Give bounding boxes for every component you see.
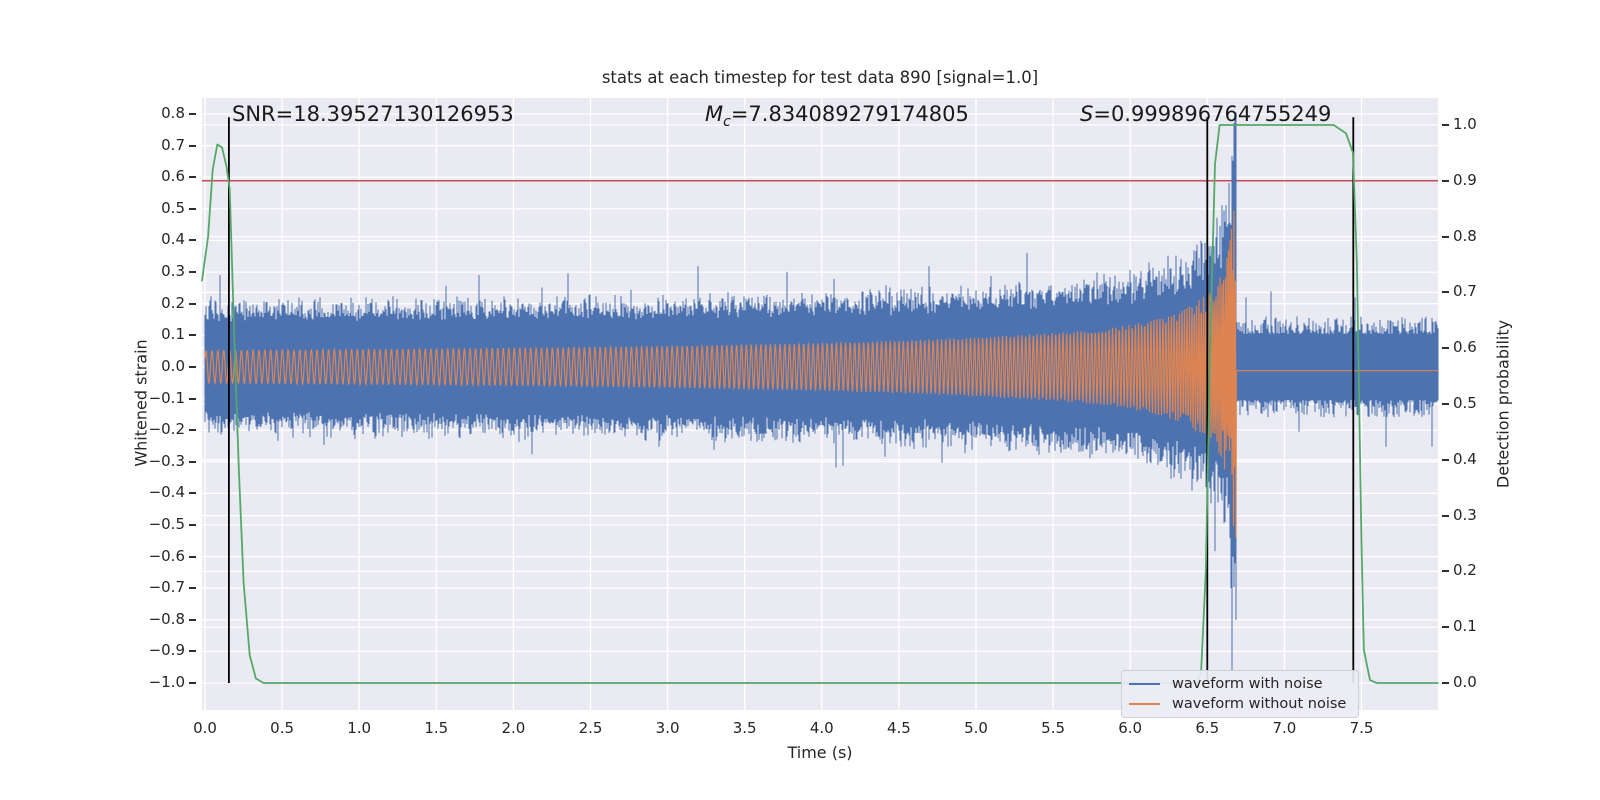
figure: stats at each timestep for test data 890… xyxy=(0,0,1600,800)
y-tick-label: 0.1 xyxy=(1453,617,1477,636)
tick-mark xyxy=(1442,682,1449,684)
x-tick-label: 0.5 xyxy=(270,719,295,737)
tick-mark xyxy=(1442,626,1449,629)
tick-mark xyxy=(1442,403,1449,405)
y-tick-label: 0.6 xyxy=(1453,338,1477,357)
chirp-mass-symbol: M xyxy=(705,102,724,126)
x-tick-label: 0.0 xyxy=(193,719,217,737)
tick-mark xyxy=(189,302,196,305)
legend: waveform with noise waveform without nois… xyxy=(1121,670,1359,718)
tick-mark xyxy=(189,682,196,684)
tick-mark xyxy=(189,523,196,526)
x-tick-label: 6.5 xyxy=(1195,719,1220,737)
tick-mark xyxy=(189,429,196,432)
y-tick-label: 0.2 xyxy=(161,293,185,312)
y-tick-label: 0.8 xyxy=(1453,226,1477,245)
y-tick-label: 0.1 xyxy=(161,325,185,344)
tick-mark xyxy=(189,239,196,242)
tick-mark xyxy=(189,144,196,147)
y-tick-label: −0.9 xyxy=(148,641,185,660)
y-tick-label: 0.5 xyxy=(1453,394,1477,412)
significance-value: =0.999896764755249 xyxy=(1093,102,1332,126)
tick-mark xyxy=(1442,347,1449,350)
y-tick-label: 0.7 xyxy=(161,135,185,154)
legend-color-line xyxy=(1129,703,1160,705)
y-tick-label: 0.7 xyxy=(1453,282,1477,301)
x-tick-label: 7.5 xyxy=(1349,719,1374,737)
y-tick-label: −0.1 xyxy=(148,388,185,407)
x-tick-label: 2.0 xyxy=(501,719,526,737)
y-tick-label: −0.6 xyxy=(148,546,185,565)
tick-mark xyxy=(1442,179,1449,182)
x-tick-label: 5.5 xyxy=(1041,719,1066,737)
y-tick-label: 0.3 xyxy=(161,262,185,281)
tick-mark xyxy=(189,176,196,179)
y-tick-label: −0.5 xyxy=(148,514,185,533)
y-tick-label: 0.0 xyxy=(1453,673,1477,691)
x-axis-label: Time (s) xyxy=(787,743,853,762)
right-y-axis-label: Detection probability xyxy=(1493,319,1513,489)
annotation-significance: S=0.999896764755249 xyxy=(1080,102,1331,126)
legend-color-line xyxy=(1129,683,1160,685)
chirp-mass-subscript: c xyxy=(723,114,731,131)
y-tick-label: 0.0 xyxy=(161,356,185,375)
y-tick-label: 0.5 xyxy=(161,198,185,217)
tick-mark xyxy=(189,618,196,621)
tick-mark xyxy=(1442,514,1449,517)
y-tick-label: −0.3 xyxy=(148,451,185,470)
x-tick-label: 1.0 xyxy=(347,719,372,737)
x-tick-label: 3.5 xyxy=(732,719,757,737)
y-tick-label: 1.0 xyxy=(1453,115,1477,133)
y-tick-label: 0.9 xyxy=(1453,170,1477,189)
y-tick-label: −0.4 xyxy=(148,483,185,502)
tick-mark xyxy=(189,334,196,337)
tick-mark xyxy=(189,587,196,590)
tick-mark xyxy=(1442,291,1449,294)
tick-mark xyxy=(189,365,196,368)
y-tick-label: 0.8 xyxy=(161,104,185,123)
y-tick-label: 0.4 xyxy=(161,230,185,249)
chart-title: stats at each timestep for test data 890… xyxy=(601,68,1039,87)
x-tick-label: 4.5 xyxy=(886,719,911,737)
tick-mark xyxy=(189,460,196,463)
y-tick-label: −1.0 xyxy=(148,673,185,691)
chirp-mass-value: =7.834089279174805 xyxy=(730,102,969,126)
y-tick-label: −0.2 xyxy=(148,420,185,439)
x-tick-label: 6.0 xyxy=(1118,719,1143,737)
x-tick-label: 5.0 xyxy=(964,719,988,737)
x-tick-label: 2.5 xyxy=(578,719,603,737)
x-tick-label: 7.0 xyxy=(1272,719,1297,737)
tick-mark xyxy=(189,397,196,400)
annotation-snr: SNR=18.39527130126953 xyxy=(232,102,514,126)
tick-mark xyxy=(1442,124,1449,126)
tick-mark xyxy=(189,492,196,495)
x-tick-label: 1.5 xyxy=(424,719,449,737)
tick-mark xyxy=(1442,235,1449,238)
significance-symbol: S xyxy=(1080,102,1094,126)
tick-mark xyxy=(189,207,196,210)
tick-mark xyxy=(1442,458,1449,461)
y-tick-label: −0.8 xyxy=(148,609,185,628)
tick-mark xyxy=(189,113,196,116)
tick-mark xyxy=(189,650,196,653)
legend-label: waveform without noise xyxy=(1172,696,1347,712)
y-tick-label: 0.2 xyxy=(1453,561,1477,580)
annotation-chirp-mass: Mc=7.834089279174805 xyxy=(705,102,969,129)
tick-mark xyxy=(1442,570,1449,573)
legend-label: waveform with noise xyxy=(1172,676,1323,692)
tick-mark xyxy=(189,555,196,558)
legend-item: waveform without noise xyxy=(1129,696,1358,712)
x-tick-label: 3.0 xyxy=(655,719,680,737)
y-tick-label: 0.4 xyxy=(1453,449,1477,468)
legend-item: waveform with noise xyxy=(1129,676,1358,692)
y-tick-label: −0.7 xyxy=(148,578,185,597)
y-tick-label: 0.6 xyxy=(161,167,185,186)
tick-mark xyxy=(189,271,196,274)
y-tick-label: 0.3 xyxy=(1453,505,1477,524)
x-tick-label: 4.0 xyxy=(809,719,834,737)
